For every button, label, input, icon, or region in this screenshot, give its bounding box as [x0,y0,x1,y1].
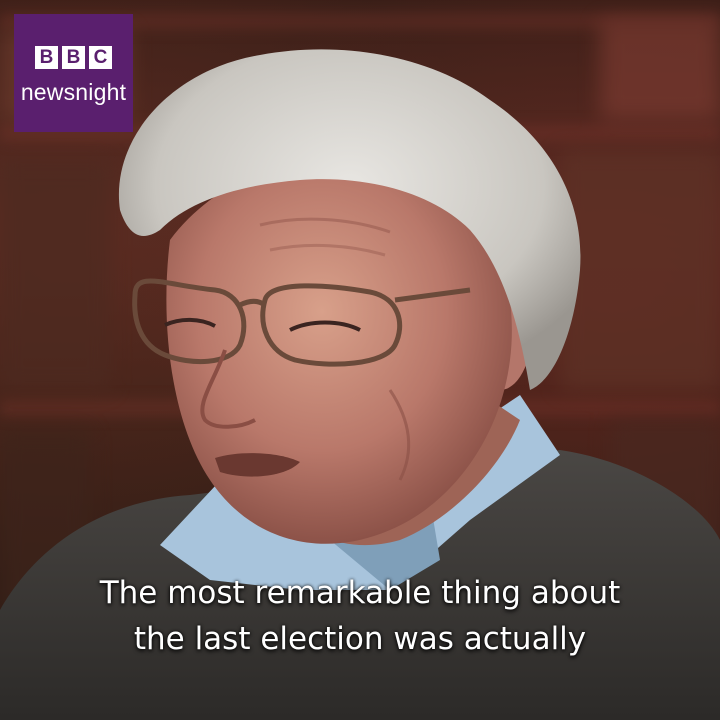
bbc-block: B [35,46,58,69]
logo-programme-name: newsnight [20,79,127,105]
subtitles: The most remarkable thing about the last… [0,570,720,662]
subtitle-line: the last election was actually [133,621,587,657]
bbc-newsnight-logo: B B C newsnight [14,14,133,132]
bbc-blocks: B B C [35,46,112,69]
bbc-block: C [89,46,112,69]
video-frame: B B C newsnight The most remarkable thin… [0,0,720,720]
bbc-block: B [62,46,85,69]
subtitle-line: The most remarkable thing about [99,575,621,611]
